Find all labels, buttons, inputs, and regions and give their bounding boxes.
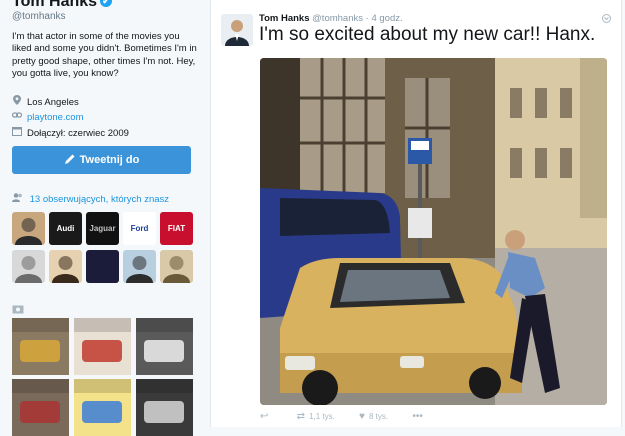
reply-icon: ↩ [260, 411, 269, 422]
chevron-down-icon[interactable] [602, 14, 611, 25]
photo-icon [12, 301, 24, 314]
follower-avatar[interactable]: Ford [123, 212, 156, 245]
profile-name[interactable]: Tom Hanks ✔ [12, 0, 113, 11]
like-button[interactable]: ♥ 8 tys. [359, 411, 388, 422]
follower-logo-label: Ford [130, 224, 149, 233]
calendar-icon [12, 126, 22, 138]
follower-logo-label: Audi [56, 224, 75, 233]
follower-avatar[interactable]: Jaguar [86, 212, 119, 245]
tweet-header: Tom Hanks @tomhanks · 4 godz. [259, 13, 403, 24]
reply-button[interactable]: ↩ [260, 411, 272, 422]
follower-avatar[interactable] [12, 250, 45, 283]
profile-name-text[interactable]: Tom Hanks [12, 0, 97, 10]
follower-avatar[interactable] [49, 250, 82, 283]
follower-avatar[interactable]: FIAT [160, 212, 193, 245]
tweet-author-avatar[interactable] [221, 14, 253, 46]
location-text: Los Angeles [27, 97, 79, 108]
tweet-actions: ↩ ⇄ 1,1 tys. ♥ 8 tys. ••• [260, 411, 449, 422]
like-count: 8 tys. [368, 412, 389, 421]
follower-logo-label: Jaguar [89, 224, 116, 233]
link-icon [11, 110, 23, 122]
tweet-author-handle[interactable]: @tomhanks [312, 13, 363, 24]
follower-avatar[interactable]: Audi [49, 212, 82, 245]
profile-sidebar: Tom Hanks ✔ @tomhanks I'm that actor in s… [0, 0, 205, 436]
retweet-icon: ⇄ [296, 411, 306, 422]
profile-handle[interactable]: @tomhanks [12, 11, 66, 22]
tweet-photo[interactable] [260, 58, 607, 405]
tweet-to-button[interactable]: Tweetnij do [12, 146, 191, 174]
profile-website[interactable]: playtone.com [11, 110, 84, 123]
profile-location: Los Angeles [12, 95, 79, 108]
heart-icon: ♥ [359, 411, 365, 422]
follower-avatar[interactable] [86, 250, 119, 283]
media-thumbnail[interactable] [136, 318, 193, 375]
retweet-count: 1,1 tys. [309, 412, 335, 421]
compose-icon [64, 148, 76, 176]
media-thumbnail[interactable] [74, 379, 131, 436]
follower-avatar[interactable] [12, 212, 45, 245]
media-thumbnail[interactable] [74, 318, 131, 375]
profile-joined: Dołączył: czerwiec 2009 [12, 126, 129, 139]
follower-logo-label: FIAT [167, 224, 186, 233]
profile-bio: I'm that actor in some of the movies you… [12, 31, 197, 80]
media-thumbnail[interactable] [12, 318, 69, 375]
follower-avatar[interactable] [160, 250, 193, 283]
followers-you-know-link[interactable]: 13 obserwujących, których znasz [12, 193, 169, 205]
tweet-to-label: Tweetnij do [79, 154, 140, 166]
retweet-button[interactable]: ⇄ 1,1 tys. [297, 411, 335, 422]
joined-text: Dołączył: czerwiec 2009 [27, 128, 129, 139]
followers-you-know-text[interactable]: 13 obserwujących, których znasz [30, 194, 169, 205]
tweet-text: I'm so excited about my new car!! Hanx. [259, 24, 596, 45]
tweet-time-separator: · [365, 13, 369, 24]
media-thumbnail[interactable] [136, 379, 193, 436]
website-link[interactable]: playtone.com [27, 112, 84, 123]
verified-badge-icon: ✔ [100, 0, 113, 7]
more-button[interactable]: ••• [412, 411, 427, 422]
tweet-card: Tom Hanks @tomhanks · 4 godz. I'm so exc… [210, 0, 622, 427]
more-icon: ••• [412, 411, 423, 422]
follower-logo-label [86, 250, 119, 283]
follower-avatar[interactable] [123, 250, 156, 283]
tweet-author-name[interactable]: Tom Hanks [259, 13, 310, 24]
tweet-timestamp[interactable]: 4 godz. [371, 13, 402, 24]
location-pin-icon [12, 95, 22, 107]
media-thumbnail[interactable] [12, 379, 69, 436]
people-icon [12, 193, 26, 205]
